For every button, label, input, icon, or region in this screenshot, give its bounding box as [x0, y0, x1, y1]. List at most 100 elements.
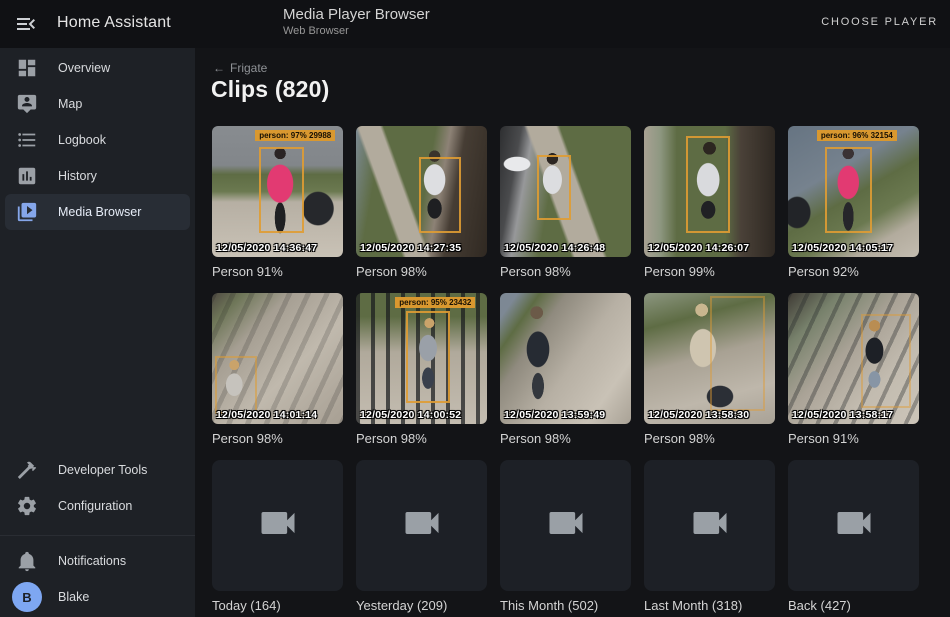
clip-card[interactable]: person: 97% 29988 12/05/2020 14:36:47 Pe…: [212, 126, 343, 279]
detection-bounding-box: [259, 147, 304, 233]
clip-thumbnail[interactable]: 12/05/2020 13:58:17: [788, 293, 919, 424]
clip-caption: Person 98%: [500, 431, 631, 446]
folder-thumbnail[interactable]: [500, 460, 631, 591]
sidebar-item-developer-tools[interactable]: Developer Tools: [5, 452, 190, 488]
tooltip-account-icon: [16, 93, 38, 115]
sidebar-item-map[interactable]: Map: [5, 86, 190, 122]
clip-caption: Person 91%: [212, 264, 343, 279]
clip-timestamp: 12/05/2020 14:00:52: [360, 409, 461, 421]
clip-thumbnail[interactable]: person: 96% 32154 12/05/2020 14:05:17: [788, 126, 919, 257]
clip-thumbnail[interactable]: 12/05/2020 14:26:07: [644, 126, 775, 257]
back-arrow-icon: ←: [213, 61, 225, 75]
breadcrumb-back[interactable]: ← Frigate: [213, 61, 267, 75]
view-title: Media Player Browser: [283, 6, 430, 23]
clip-timestamp: 12/05/2020 13:59:49: [504, 409, 605, 421]
clip-card[interactable]: person: 95% 23432 12/05/2020 14:00:52 Pe…: [356, 293, 487, 446]
folder-label: Today (164): [212, 598, 343, 613]
detection-bounding-box: [710, 296, 765, 411]
folder-thumbnail[interactable]: [788, 460, 919, 591]
sidebar-item-label: Overview: [58, 61, 110, 75]
video-icon: [256, 501, 300, 550]
choose-player-button[interactable]: CHOOSE PLAYER: [821, 16, 938, 28]
clip-caption: Person 91%: [788, 431, 919, 446]
folder-thumbnail[interactable]: [356, 460, 487, 591]
chart-box-icon: [16, 165, 38, 187]
clip-card[interactable]: 12/05/2020 13:59:49 Person 98%: [500, 293, 631, 446]
clip-thumbnail[interactable]: 12/05/2020 13:58:30: [644, 293, 775, 424]
folder-card-back[interactable]: Back (427): [788, 460, 919, 613]
clip-thumbnail[interactable]: person: 97% 29988 12/05/2020 14:36:47: [212, 126, 343, 257]
clip-thumbnail[interactable]: 12/05/2020 14:27:35: [356, 126, 487, 257]
clip-card[interactable]: person: 96% 32154 12/05/2020 14:05:17 Pe…: [788, 126, 919, 279]
detection-bounding-box: [215, 356, 257, 414]
bell-icon: [16, 550, 38, 572]
clip-timestamp: 12/05/2020 14:01:14: [216, 409, 317, 421]
folder-row: Today (164) Yesterday (209) This Month (…: [212, 460, 919, 613]
sidebar-item-label: Configuration: [58, 499, 132, 513]
detection-label: person: 97% 29988: [255, 130, 335, 141]
clip-row-2: 12/05/2020 14:01:14 Person 98% person: 9…: [212, 293, 919, 446]
sidebar-nav: Overview Map Logbook History Media Brows…: [0, 50, 195, 230]
clip-card[interactable]: 12/05/2020 14:26:07 Person 99%: [644, 126, 775, 279]
clip-caption: Person 98%: [356, 264, 487, 279]
clip-card[interactable]: 12/05/2020 14:27:35 Person 98%: [356, 126, 487, 279]
sidebar-item-label: History: [58, 169, 97, 183]
detection-bounding-box: [686, 136, 731, 233]
clip-card[interactable]: 12/05/2020 13:58:30 Person 98%: [644, 293, 775, 446]
sidebar-item-media-browser[interactable]: Media Browser: [5, 194, 190, 230]
clip-timestamp: 12/05/2020 14:26:07: [648, 242, 749, 254]
sidebar-item-label: Developer Tools: [58, 463, 147, 477]
sidebar-bottom-nav: Notifications B Blake: [0, 543, 195, 615]
folder-label: Last Month (318): [644, 598, 775, 613]
sidebar: Overview Map Logbook History Media Brows…: [0, 48, 195, 617]
detection-label: person: 96% 32154: [817, 130, 897, 141]
breadcrumb-label: Frigate: [230, 61, 267, 75]
clip-thumbnail[interactable]: person: 95% 23432 12/05/2020 14:00:52: [356, 293, 487, 424]
folder-card-today[interactable]: Today (164): [212, 460, 343, 613]
sidebar-item-profile[interactable]: B Blake: [5, 579, 190, 615]
clip-caption: Person 98%: [500, 264, 631, 279]
folder-card-yesterday[interactable]: Yesterday (209): [356, 460, 487, 613]
sidebar-footer-nav: Developer Tools Configuration: [0, 452, 195, 524]
folder-thumbnail[interactable]: [212, 460, 343, 591]
folder-thumbnail[interactable]: [644, 460, 775, 591]
clip-thumbnail[interactable]: 12/05/2020 14:01:14: [212, 293, 343, 424]
video-icon: [832, 501, 876, 550]
folder-label: Yesterday (209): [356, 598, 487, 613]
clip-caption: Person 98%: [356, 431, 487, 446]
view-title-block: Media Player Browser Web Browser: [283, 6, 430, 37]
clip-caption: Person 98%: [212, 431, 343, 446]
clip-card[interactable]: 12/05/2020 14:01:14 Person 98%: [212, 293, 343, 446]
menu-open-icon: [14, 23, 38, 40]
sidebar-item-label: Map: [58, 97, 82, 111]
folder-card-this-month[interactable]: This Month (502): [500, 460, 631, 613]
clip-timestamp: 12/05/2020 14:36:47: [216, 242, 317, 254]
gear-icon: [16, 495, 38, 517]
detection-bounding-box: [861, 314, 911, 408]
clip-caption: Person 92%: [788, 264, 919, 279]
clip-card[interactable]: 12/05/2020 13:58:17 Person 91%: [788, 293, 919, 446]
clip-timestamp: 12/05/2020 14:26:48: [504, 242, 605, 254]
clip-row-1: person: 97% 29988 12/05/2020 14:36:47 Pe…: [212, 126, 919, 279]
sidebar-item-history[interactable]: History: [5, 158, 190, 194]
view-dashboard-icon: [16, 57, 38, 79]
media-browser-content: ←Frigate Clips (820) person: 97% 29988 1…: [195, 48, 950, 617]
clip-thumbnail[interactable]: 12/05/2020 13:59:49: [500, 293, 631, 424]
sidebar-item-label: Logbook: [58, 133, 106, 147]
detection-bounding-box: [537, 155, 571, 221]
sidebar-item-notifications[interactable]: Notifications: [5, 543, 190, 579]
folder-card-last-month[interactable]: Last Month (318): [644, 460, 775, 613]
detection-label: person: 95% 23432: [395, 297, 475, 308]
play-box-multiple-icon: [16, 201, 38, 223]
clip-thumbnail[interactable]: 12/05/2020 14:26:48: [500, 126, 631, 257]
detection-bounding-box: [825, 147, 872, 233]
video-icon: [400, 501, 444, 550]
clip-timestamp: 12/05/2020 14:27:35: [360, 242, 461, 254]
app-title: Home Assistant: [57, 14, 171, 32]
sidebar-item-logbook[interactable]: Logbook: [5, 122, 190, 158]
view-subtitle: Web Browser: [283, 25, 430, 37]
clip-card[interactable]: 12/05/2020 14:26:48 Person 98%: [500, 126, 631, 279]
sidebar-item-overview[interactable]: Overview: [5, 50, 190, 86]
sidebar-item-configuration[interactable]: Configuration: [5, 488, 190, 524]
sidebar-toggle-button[interactable]: [14, 12, 38, 36]
